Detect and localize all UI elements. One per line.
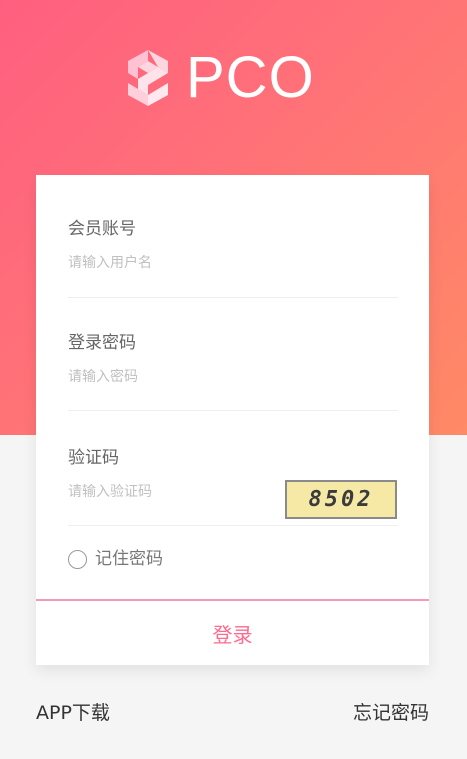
remember-label: 记住密码 bbox=[95, 549, 163, 569]
password-input[interactable] bbox=[68, 367, 268, 387]
account-label: 会员账号 bbox=[68, 219, 136, 239]
app-download-link[interactable]: APP下载 bbox=[36, 701, 110, 725]
forgot-password-link[interactable]: 忘记密码 bbox=[353, 701, 429, 725]
captcha-label: 验证码 bbox=[68, 448, 119, 468]
login-card: 会员账号 登录密码 验证码 8502 记住密码 登录 bbox=[36, 175, 429, 665]
password-field: 登录密码 bbox=[68, 332, 398, 411]
account-input[interactable] bbox=[68, 253, 268, 273]
remember-password[interactable]: 记住密码 bbox=[68, 548, 163, 570]
captcha-image[interactable]: 8502 bbox=[285, 480, 397, 519]
login-button[interactable]: 登录 bbox=[36, 601, 429, 665]
brand-logo: PCO bbox=[124, 48, 315, 108]
captcha-input[interactable] bbox=[68, 482, 268, 502]
brand-name: PCO bbox=[186, 45, 315, 110]
password-label: 登录密码 bbox=[68, 333, 136, 353]
captcha-code: 8502 bbox=[308, 487, 374, 512]
account-field: 会员账号 bbox=[68, 218, 398, 298]
logo-icon bbox=[128, 50, 168, 106]
remember-checkbox[interactable] bbox=[68, 549, 87, 569]
